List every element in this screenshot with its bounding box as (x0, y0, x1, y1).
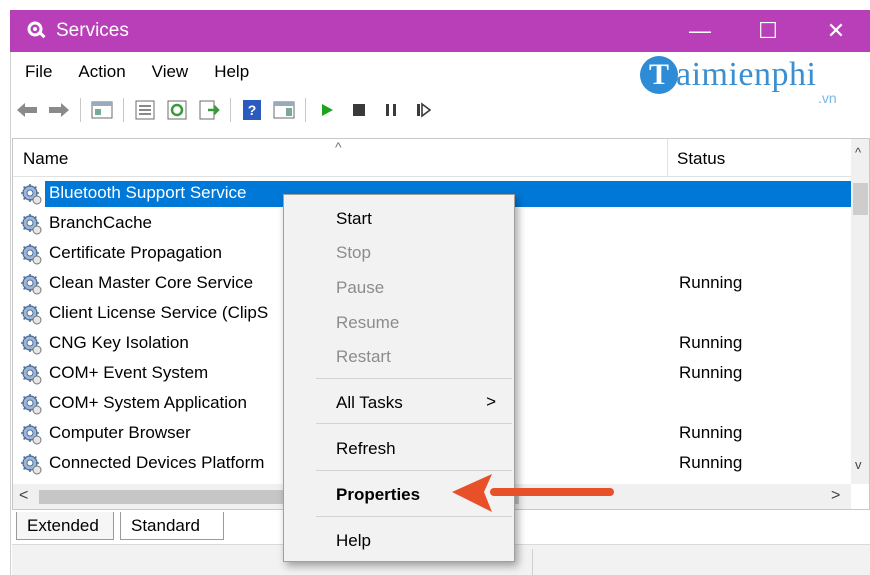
menu-action[interactable]: Action (65, 58, 138, 86)
menu-item-resume: Resume (336, 313, 400, 332)
window-title: Services (56, 20, 129, 41)
show-action-pane-icon[interactable] (271, 97, 297, 123)
toolbar-divider (230, 98, 231, 122)
menu-item-stop: Stop (336, 243, 371, 262)
service-gear-icon (19, 392, 43, 416)
menu-separator (316, 423, 512, 424)
column-header-status[interactable]: Status (677, 149, 725, 169)
service-name: Certificate Propagation (49, 243, 222, 262)
menu-item-all-tasks[interactable]: All Tasks > (284, 387, 514, 417)
service-gear-icon (19, 242, 43, 266)
show-console-tree-icon[interactable] (89, 97, 115, 123)
scroll-right-icon[interactable]: > (831, 487, 840, 505)
vertical-scroll-thumb[interactable] (853, 183, 868, 215)
list-header: Name ^ Status (13, 139, 851, 177)
toolbar: ? (14, 94, 442, 126)
menu-separator (316, 378, 512, 379)
close-button[interactable]: ✕ (802, 10, 870, 52)
restart-service-icon[interactable] (410, 97, 436, 123)
service-name: Connected Devices Platform (49, 453, 265, 472)
service-gear-icon (19, 422, 43, 446)
watermark-logo: T aimienphi .vn (640, 54, 860, 110)
title-bar: Services — ☐ ✕ (10, 10, 870, 52)
logo-badge: T (640, 56, 678, 94)
vertical-scrollbar[interactable]: ^ v (851, 139, 869, 484)
service-gear-icon (19, 332, 43, 356)
service-status: Running (679, 423, 743, 442)
menu-item-refresh[interactable]: Refresh (284, 433, 514, 463)
scroll-left-icon[interactable]: < (19, 487, 28, 505)
svg-text:?: ? (248, 102, 257, 118)
menu-item-restart: Restart (336, 347, 391, 366)
service-gear-icon (19, 272, 43, 296)
menu-item-start[interactable]: Start (284, 203, 514, 233)
service-gear-icon (19, 182, 43, 206)
pause-service-icon[interactable] (378, 97, 404, 123)
service-gear-icon (19, 302, 43, 326)
services-gear-icon (27, 21, 46, 39)
service-gear-icon (19, 212, 43, 236)
column-divider[interactable] (667, 139, 668, 177)
service-name: Clean Master Core Service (49, 273, 254, 292)
service-gear-icon (19, 362, 43, 386)
service-name: Computer Browser (49, 423, 191, 442)
service-name: Bluetooth Support Service (49, 183, 247, 202)
refresh-icon[interactable] (164, 97, 190, 123)
help-icon[interactable]: ? (239, 97, 265, 123)
stop-service-icon[interactable] (346, 97, 372, 123)
logo-suffix: .vn (818, 90, 837, 106)
menu-help[interactable]: Help (201, 58, 262, 86)
annotation-arrow-icon (452, 474, 614, 512)
logo-word: aimienphi (676, 56, 817, 93)
service-gear-icon (19, 452, 43, 476)
tab-extended[interactable]: Extended (16, 512, 114, 540)
forward-arrow-icon[interactable] (46, 97, 72, 123)
service-name: COM+ System Application (49, 393, 247, 412)
menu-bar: File Action View Help (12, 58, 262, 86)
toolbar-divider (80, 98, 81, 122)
status-divider (532, 549, 533, 575)
service-name: BranchCache (49, 213, 153, 232)
menu-view[interactable]: View (139, 58, 202, 86)
menu-item-pause: Pause (336, 278, 385, 297)
menu-item-all-tasks-label: All Tasks (336, 393, 403, 412)
sort-ascending-icon: ^ (335, 139, 342, 155)
menu-file[interactable]: File (12, 58, 65, 86)
chevron-right-icon: > (486, 392, 496, 411)
scroll-down-icon[interactable]: v (855, 457, 862, 472)
maximize-button[interactable]: ☐ (734, 10, 802, 52)
service-status: Running (679, 453, 743, 472)
tab-standard[interactable]: Standard (120, 512, 224, 540)
column-header-name[interactable]: Name (23, 149, 68, 169)
back-arrow-icon[interactable] (14, 97, 40, 123)
service-name: Client License Service (ClipS (49, 303, 269, 322)
properties-icon[interactable] (132, 97, 158, 123)
service-status: Running (679, 273, 743, 292)
menu-separator (316, 470, 512, 471)
menu-item-help[interactable]: Help (284, 525, 514, 555)
scroll-up-icon[interactable]: ^ (855, 145, 861, 160)
service-name: CNG Key Isolation (49, 333, 189, 352)
start-service-icon[interactable] (314, 97, 340, 123)
service-status: Running (679, 363, 743, 382)
menu-separator (316, 516, 512, 517)
service-name: COM+ Event System (49, 363, 209, 382)
toolbar-divider (305, 98, 306, 122)
minimize-button[interactable]: — (666, 10, 734, 52)
toolbar-divider (123, 98, 124, 122)
service-status: Running (679, 333, 743, 352)
export-list-icon[interactable] (196, 97, 222, 123)
